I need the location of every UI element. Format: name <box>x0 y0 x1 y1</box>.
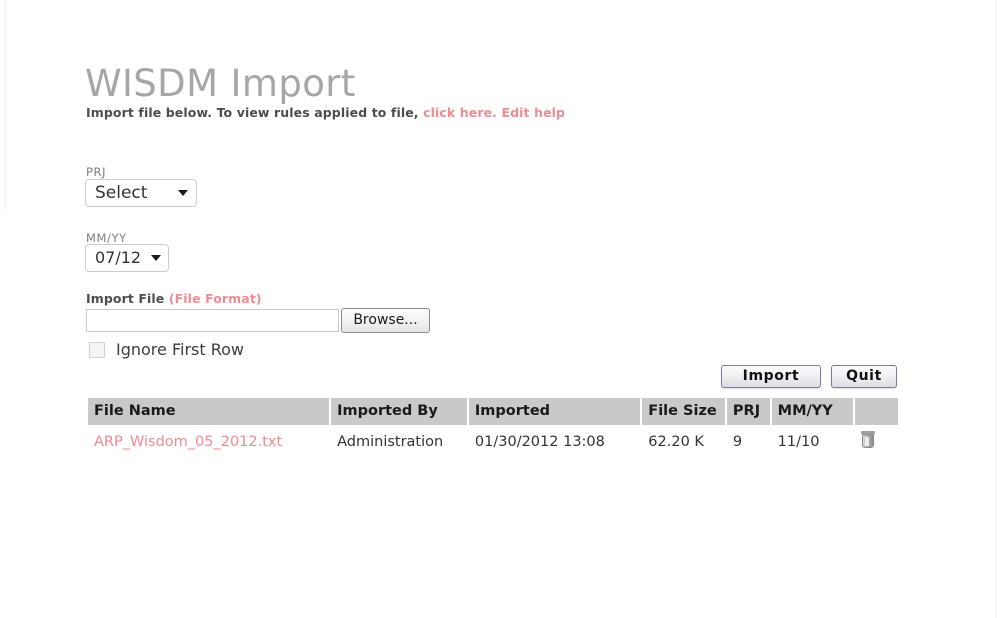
file-name-link[interactable]: ARP_Wisdom_05_2012.txt <box>94 434 282 450</box>
view-rules-link[interactable]: click here. <box>423 105 497 120</box>
page-subtitle-text: Import file below. To view rules applied… <box>86 105 419 120</box>
column-header-mmyy: MM/YY <box>771 398 853 425</box>
cell-file-name: ARP_Wisdom_05_2012.txt <box>88 425 330 456</box>
column-header-imported-by: Imported By <box>331 398 467 425</box>
cell-imported-by: Administration <box>331 425 467 456</box>
chevron-down-icon <box>151 255 162 261</box>
cell-imported: 01/30/2012 13:08 <box>468 425 641 456</box>
ignore-first-row-label: Ignore First Row <box>116 340 244 359</box>
chevron-down-icon <box>178 190 188 196</box>
ignore-first-row-row[interactable]: Ignore First Row <box>89 340 244 359</box>
import-file-input[interactable] <box>86 309 339 332</box>
mmyy-label: MM/YY <box>86 231 127 245</box>
browse-button[interactable]: Browse... <box>341 308 430 333</box>
import-file-label: Import File (File Format) <box>86 291 262 306</box>
page-title: WISDM Import <box>85 62 356 105</box>
column-header-file-name: File Name <box>88 398 330 425</box>
prj-label: PRJ <box>86 165 107 179</box>
trash-icon[interactable] <box>860 431 875 448</box>
prj-select[interactable]: Select <box>85 179 197 207</box>
quit-button[interactable]: Quit <box>831 365 897 388</box>
table-row: ARP_Wisdom_05_2012.txt Administration 01… <box>88 425 898 456</box>
imported-files-table: File Name Imported By Imported File Size… <box>86 398 900 456</box>
cell-delete <box>854 425 898 456</box>
prj-select-value: Select <box>95 183 148 203</box>
column-header-actions <box>854 398 898 425</box>
edit-help-link[interactable]: Edit help <box>501 105 565 120</box>
table-header-row: File Name Imported By Imported File Size… <box>88 398 898 425</box>
cell-prj: 9 <box>726 425 770 456</box>
page-subtitle: Import file below. To view rules applied… <box>86 105 565 120</box>
ignore-first-row-checkbox[interactable] <box>89 341 105 358</box>
import-button[interactable]: Import <box>721 365 821 388</box>
file-format-link[interactable]: (File Format) <box>169 291 262 306</box>
import-file-label-text: Import File <box>86 291 165 306</box>
mmyy-select[interactable]: 07/12 <box>85 244 169 272</box>
wisdm-import-page: WISDM Import Import file below. To view … <box>0 0 1000 618</box>
cell-file-size: 62.20 K <box>642 425 725 456</box>
column-header-imported: Imported <box>468 398 641 425</box>
mmyy-select-value: 07/12 <box>95 248 142 267</box>
column-header-prj: PRJ <box>726 398 770 425</box>
cell-mmyy: 11/10 <box>771 425 853 456</box>
column-header-file-size: File Size <box>642 398 725 425</box>
